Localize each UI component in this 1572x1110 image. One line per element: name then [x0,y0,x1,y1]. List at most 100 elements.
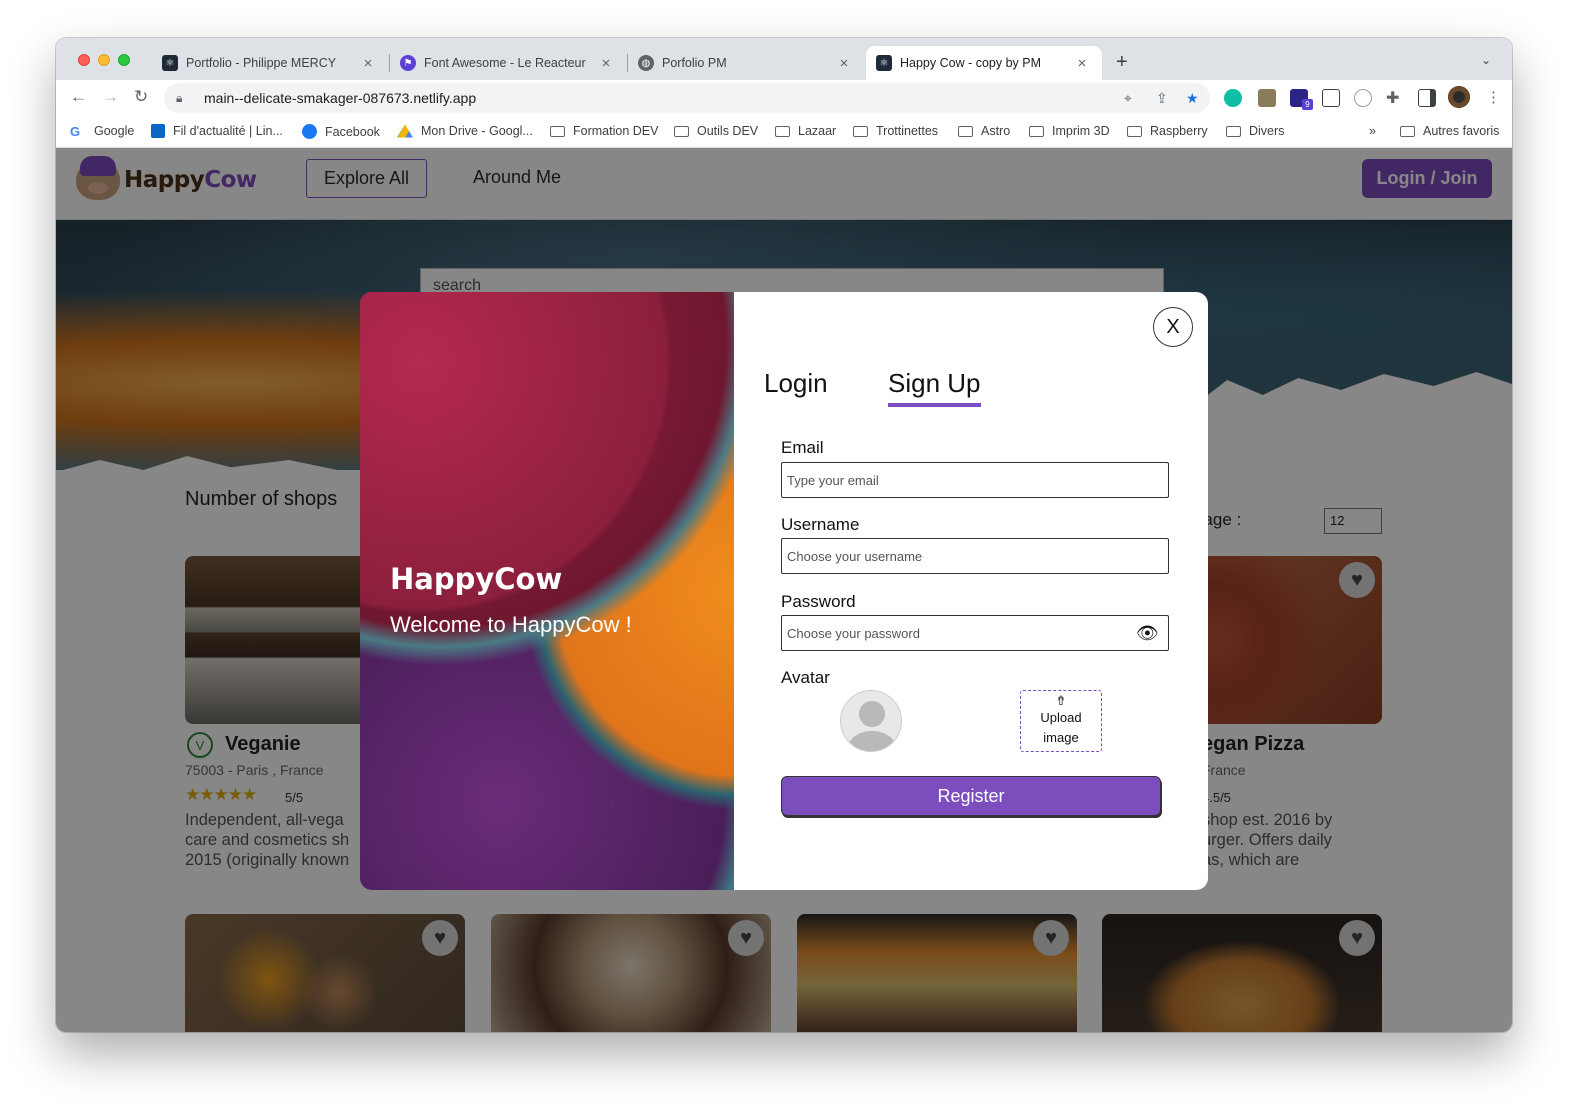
bookmark-label: Fil d'actualité | Lin... [173,124,283,138]
bookmark-google[interactable]: G Google [70,124,134,138]
page-viewport: HappyCow Explore All Around Me Login / J… [56,148,1512,1032]
folder-icon [958,126,973,137]
tab-title: Font Awesome - Le Reacteur [424,56,586,70]
tab-happy-cow[interactable]: ⚛ Happy Cow - copy by PM × [866,46,1102,80]
browser-toolbar: ← → ↻ 🔒︎ main--delicate-smakager-087673.… [56,80,1512,116]
upload-icon: ⇮ [1055,693,1067,708]
bookmark-label: Divers [1249,124,1285,138]
tab-sign-up[interactable]: Sign Up [888,368,981,407]
bookmark-label: Mon Drive - Googl... [421,124,533,138]
upload-label-line: Upload [1040,710,1082,725]
bookmark-imprim-3d[interactable]: Imprim 3D [1029,124,1110,138]
tab-login[interactable]: Login [764,368,828,399]
react-icon: ⚛ [876,55,892,71]
tab-close-icon[interactable]: × [598,55,614,72]
reload-icon[interactable]: ↻ [134,87,148,107]
react-icon: ⚛ [162,55,178,71]
register-button[interactable]: Register [781,776,1161,816]
password-label: Password [781,592,856,611]
extension-icon[interactable] [1258,89,1276,107]
facebook-icon [302,124,317,139]
avatar-placeholder-icon [840,690,902,752]
modal-close-button[interactable]: X [1153,307,1193,347]
bookmark-other-favorites[interactable]: Autres favoris [1400,124,1499,138]
tab-porfolio-pm[interactable]: ◍ Porfolio PM × [628,46,864,80]
bookmark-drive[interactable]: Mon Drive - Googl... [397,124,533,138]
bookmark-label: Imprim 3D [1052,124,1110,138]
globe-icon: ◍ [638,55,654,71]
browser-window: ⚛ Portfolio - Philippe MERCY × ⚑ Font Aw… [56,38,1512,1032]
maximize-window-button[interactable] [118,54,130,66]
bookmark-label: Facebook [325,124,380,139]
modal-food-image: HappyCow Welcome to HappyCow ! [360,292,734,890]
image-icon[interactable] [1322,89,1340,107]
bookmark-label: Outils DEV [697,124,759,138]
folder-icon [1400,126,1415,137]
bookmark-outils-dev[interactable]: Outils DEV [674,124,758,138]
bookmark-label: Astro [981,124,1011,138]
drive-icon [397,124,413,138]
puzzle-icon[interactable]: ✚ [1386,88,1399,108]
more-bookmarks-button[interactable]: » [1369,124,1376,138]
tab-title: Portfolio - Philippe MERCY [186,56,337,70]
tab-portfolio[interactable]: ⚛ Portfolio - Philippe MERCY × [152,46,388,80]
folder-icon [674,126,689,137]
password-field[interactable]: Choose your password [781,615,1169,651]
url-text: main--delicate-smakager-087673.netlify.a… [204,90,477,106]
bookmark-raspberry[interactable]: Raspberry [1127,124,1208,138]
bookmark-lazaar[interactable]: Lazaar [775,124,836,138]
tab-search-icon[interactable]: ⌄ [1481,53,1491,67]
google-icon: G [70,123,81,139]
location-icon[interactable]: ⌖ [1124,90,1132,107]
avatar-label: Avatar [781,668,830,687]
bookmark-trottinettes[interactable]: Trottinettes [853,124,938,138]
sidebar-icon[interactable] [1418,89,1436,107]
bookmark-formation-dev[interactable]: Formation DEV [550,124,658,138]
lock-icon: 🔒︎ [176,90,183,105]
tab-font-awesome[interactable]: ⚑ Font Awesome - Le Reacteur × [390,46,626,80]
folder-icon [1029,126,1044,137]
avatar-head-shape [859,701,885,727]
show-password-eye-icon[interactable]: 👁︎ [1136,623,1159,644]
bookmark-linkedin[interactable]: Fil d'actualité | Lin... [151,124,283,138]
bookmark-label: Raspberry [1150,124,1208,138]
upload-label-line: image [1043,730,1079,745]
bookmark-facebook[interactable]: Facebook [302,124,380,139]
forward-icon[interactable]: → [102,87,119,107]
bookmark-astro[interactable]: Astro [958,124,1010,138]
tab-title: Happy Cow - copy by PM [900,56,1042,70]
close-window-button[interactable] [78,54,90,66]
extension-icon[interactable] [1224,89,1242,107]
folder-icon [1127,126,1142,137]
username-field[interactable]: Choose your username [781,538,1169,574]
email-label: Email [781,438,824,457]
tab-title: Porfolio PM [662,56,727,70]
minimize-window-button[interactable] [98,54,110,66]
menu-dots-icon[interactable]: ⋮ [1486,88,1501,106]
new-tab-button[interactable]: + [1116,51,1128,74]
back-icon[interactable]: ← [70,87,87,107]
address-bar[interactable]: 🔒︎ main--delicate-smakager-087673.netlif… [164,83,1210,113]
signup-modal: HappyCow Welcome to HappyCow ! X Login S… [360,292,1208,890]
email-field[interactable]: Type your email [781,462,1169,498]
folder-icon [1226,126,1241,137]
username-label: Username [781,515,860,534]
bookmark-label: Google [94,124,135,138]
bookmark-label: Lazaar [798,124,837,138]
folder-icon [775,126,790,137]
upload-image-button[interactable]: ⇮ Upload image [1020,690,1102,752]
tab-close-icon[interactable]: × [1074,55,1090,72]
folder-icon [853,126,868,137]
avatar-body-shape [849,731,895,751]
profile-avatar[interactable] [1448,86,1470,108]
bookmark-divers[interactable]: Divers [1226,124,1284,138]
linkedin-icon [151,124,165,138]
font-awesome-icon: ⚑ [400,55,416,71]
modal-brand-title: HappyCow [390,562,563,596]
modal-welcome-text: Welcome to HappyCow ! [390,612,632,637]
compass-icon[interactable] [1354,89,1372,107]
share-icon[interactable]: ⇪ [1156,90,1168,107]
tab-close-icon[interactable]: × [836,55,852,72]
bookmark-star-icon[interactable]: ★ [1186,90,1199,107]
tab-close-icon[interactable]: × [360,55,376,72]
